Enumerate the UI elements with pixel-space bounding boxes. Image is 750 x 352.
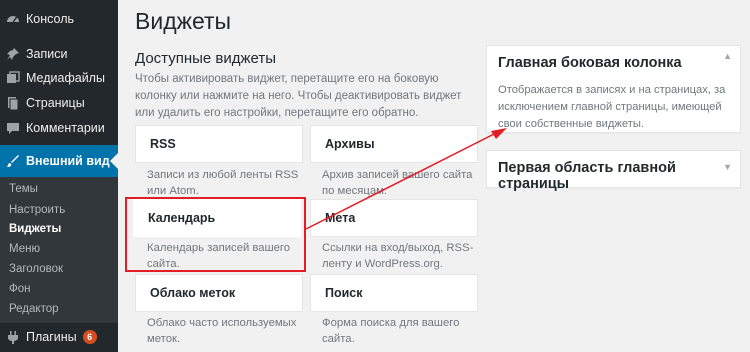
update-count-badge: 6	[82, 330, 97, 344]
active-indicator	[110, 153, 118, 169]
admin-sidebar: Консоль Записи Медиафайлы Страницы Комме…	[0, 0, 118, 352]
widget-tag-cloud[interactable]: Облако меток	[135, 274, 303, 312]
dashboard-icon	[6, 12, 20, 26]
menu-item-label: Консоль	[26, 12, 75, 26]
menu-item-plugins[interactable]: Плагины 6	[0, 326, 118, 348]
media-icon	[6, 71, 20, 85]
comment-icon	[6, 121, 20, 135]
widget-title: Облако меток	[150, 286, 236, 300]
menu-item-media[interactable]: Медиафайлы	[0, 67, 118, 89]
widget-title: Поиск	[325, 286, 363, 300]
widget-archives[interactable]: Архивы	[310, 125, 478, 163]
collapse-arrow-icon[interactable]: ▲	[723, 51, 732, 61]
widget-area-title[interactable]: Главная боковая колонка	[498, 55, 682, 71]
widget-description: Форма поиска для вашего сайта.	[322, 317, 460, 345]
menu-item-label: Записи	[26, 47, 68, 61]
widget-description: Ссылки на вход/выход, RSS-ленту и WordPr…	[322, 242, 474, 270]
page-icon	[6, 96, 20, 110]
widget-title: Архивы	[325, 137, 375, 151]
available-widgets-heading: Доступные виджеты	[135, 50, 277, 67]
menu-item-comments[interactable]: Комментарии	[0, 117, 118, 139]
widget-title: Мета	[325, 211, 356, 225]
annotation-highlight-box	[125, 197, 306, 272]
widget-area-description: Отображается в записях и на страницах, з…	[498, 84, 726, 130]
menu-item-posts[interactable]: Записи	[0, 43, 118, 65]
widget-description: Записи из любой ленты RSS или Atom.	[147, 169, 299, 197]
menu-item-dashboard[interactable]: Консоль	[0, 8, 118, 30]
submenu-item-editor[interactable]: Редактор	[9, 303, 59, 315]
submenu-item-customize[interactable]: Настроить	[9, 204, 65, 216]
expand-arrow-icon[interactable]: ▼	[723, 162, 732, 172]
menu-item-pages[interactable]: Страницы	[0, 92, 118, 114]
widget-title: RSS	[150, 137, 176, 151]
submenu-item-menus[interactable]: Меню	[9, 243, 40, 255]
menu-item-label: Страницы	[26, 96, 85, 110]
widget-search[interactable]: Поиск	[310, 274, 478, 312]
available-widgets-description: Чтобы активировать виджет, перетащите ег…	[135, 73, 462, 119]
menu-item-label: Плагины	[26, 330, 77, 344]
menu-item-label: Внешний вид	[26, 154, 110, 168]
menu-item-label: Медиафайлы	[26, 71, 105, 85]
plugin-icon	[6, 330, 20, 344]
brush-icon	[6, 154, 20, 168]
submenu-item-themes[interactable]: Темы	[9, 183, 38, 195]
submenu-item-widgets[interactable]: Виджеты	[9, 223, 61, 235]
menu-item-label: Комментарии	[26, 121, 105, 135]
menu-item-appearance[interactable]: Внешний вид	[0, 145, 118, 177]
widget-rss[interactable]: RSS	[135, 125, 303, 163]
widget-description: Архив записей вашего сайта по месяцам.	[322, 169, 473, 197]
page-title: Виджеты	[135, 8, 232, 34]
widget-description: Облако часто используемых меток.	[147, 317, 297, 345]
submenu-item-header[interactable]: Заголовок	[9, 263, 63, 275]
widget-meta[interactable]: Мета	[310, 199, 478, 237]
pin-icon	[6, 47, 20, 61]
submenu-item-background[interactable]: Фон	[9, 283, 31, 295]
widget-area-title[interactable]: Первая область главной страницы	[498, 160, 750, 192]
